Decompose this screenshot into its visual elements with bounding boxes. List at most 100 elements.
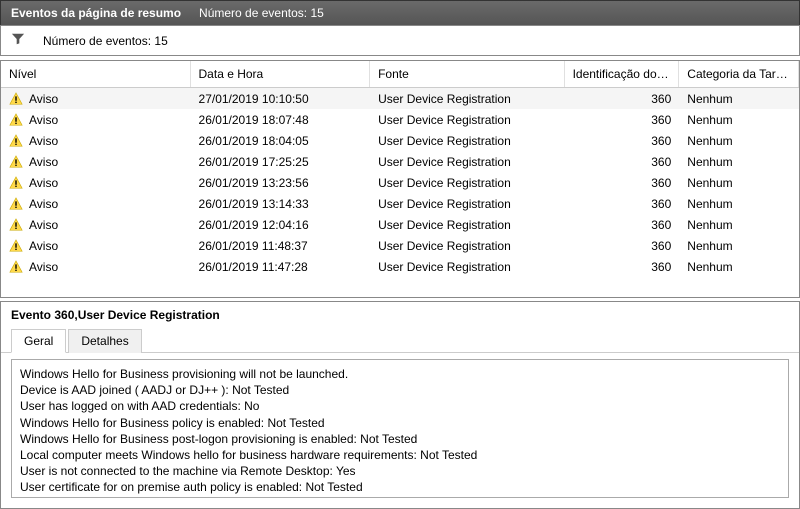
detail-tabs: Geral Detalhes: [1, 326, 799, 353]
cell-source: User Device Registration: [370, 113, 565, 127]
cell-event-id: 360: [565, 260, 680, 274]
detail-line: Windows Hello for Business policy is ena…: [20, 415, 780, 431]
cell-source: User Device Registration: [370, 260, 565, 274]
table-row[interactable]: Aviso 26/01/2019 18:04:05User Device Regi…: [1, 130, 799, 151]
warning-icon: [9, 134, 23, 148]
detail-line: Windows Hello for Business provisioning …: [20, 366, 780, 382]
cell-event-id: 360: [565, 218, 680, 232]
cell-source: User Device Registration: [370, 176, 565, 190]
cell-event-id: 360: [565, 113, 680, 127]
detail-line: Local computer meets Windows hello for b…: [20, 447, 780, 463]
grid-header: Nível Data e Hora Fonte Identificação do…: [1, 61, 799, 88]
titlebar: Eventos da página de resumo Número de ev…: [0, 0, 800, 25]
col-header-date[interactable]: Data e Hora: [191, 61, 371, 87]
warning-icon: [9, 176, 23, 190]
cell-date: 26/01/2019 11:47:28: [191, 260, 371, 274]
titlebar-count: Número de eventos: 15: [199, 6, 324, 20]
warning-icon: [9, 197, 23, 211]
col-header-source[interactable]: Fonte: [370, 61, 565, 87]
grid-body: Aviso27/01/2019 10:10:50User Device Regi…: [1, 88, 799, 277]
cell-level: Aviso: [1, 176, 191, 190]
cell-category: Nenhum: [679, 218, 799, 232]
cell-category: Nenhum: [679, 197, 799, 211]
warning-icon: [9, 155, 23, 169]
cell-source: User Device Registration: [370, 155, 565, 169]
col-header-level[interactable]: Nível: [1, 61, 191, 87]
filterbar-count: Número de eventos: 15: [43, 34, 168, 48]
col-header-category[interactable]: Categoria da Tarefa: [679, 61, 799, 87]
table-row[interactable]: Aviso 26/01/2019 11:47:28User Device Regi…: [1, 256, 799, 277]
detail-line: User is not connected to the machine via…: [20, 463, 780, 479]
cell-source: User Device Registration: [370, 239, 565, 253]
level-text: Aviso: [29, 113, 58, 127]
warning-icon: [9, 218, 23, 232]
level-text: Aviso: [29, 176, 58, 190]
table-row[interactable]: Aviso 26/01/2019 12:04:16User Device Regi…: [1, 214, 799, 235]
cell-date: 26/01/2019 18:07:48: [191, 113, 371, 127]
cell-level: Aviso: [1, 92, 191, 106]
detail-line: User certificate for on premise auth pol…: [20, 479, 780, 495]
window-title: Eventos da página de resumo: [11, 6, 181, 20]
level-text: Aviso: [29, 239, 58, 253]
table-row[interactable]: Aviso 26/01/2019 17:25:25User Device Regi…: [1, 151, 799, 172]
detail-line: User has logged on with AAD credentials:…: [20, 398, 780, 414]
cell-date: 26/01/2019 18:04:05: [191, 134, 371, 148]
tab-general[interactable]: Geral: [11, 329, 66, 353]
table-row[interactable]: Aviso 26/01/2019 18:07:48User Device Regi…: [1, 109, 799, 130]
warning-icon: [9, 92, 23, 106]
detail-pane: Evento 360,User Device Registration Gera…: [0, 301, 800, 509]
cell-event-id: 360: [565, 134, 680, 148]
table-row[interactable]: Aviso 26/01/2019 11:48:37User Device Regi…: [1, 235, 799, 256]
cell-event-id: 360: [565, 239, 680, 253]
detail-body[interactable]: Windows Hello for Business provisioning …: [11, 359, 789, 498]
detail-line: Windows Hello for Business post-logon pr…: [20, 431, 780, 447]
event-viewer-window: Eventos da página de resumo Número de ev…: [0, 0, 800, 509]
cell-date: 26/01/2019 13:14:33: [191, 197, 371, 211]
filter-icon[interactable]: [11, 32, 25, 49]
cell-level: Aviso: [1, 260, 191, 274]
col-header-event-id[interactable]: Identificação do Eve...: [565, 61, 680, 87]
cell-category: Nenhum: [679, 239, 799, 253]
level-text: Aviso: [29, 134, 58, 148]
cell-event-id: 360: [565, 176, 680, 190]
table-row[interactable]: Aviso 26/01/2019 13:23:56User Device Regi…: [1, 172, 799, 193]
cell-date: 26/01/2019 13:23:56: [191, 176, 371, 190]
cell-source: User Device Registration: [370, 92, 565, 106]
cell-level: Aviso: [1, 239, 191, 253]
cell-category: Nenhum: [679, 176, 799, 190]
cell-event-id: 360: [565, 155, 680, 169]
table-row[interactable]: Aviso 27/01/2019 10:10:50User Device Regi…: [1, 88, 799, 109]
filter-bar: Número de eventos: 15: [0, 25, 800, 56]
event-grid[interactable]: Nível Data e Hora Fonte Identificação do…: [0, 60, 800, 298]
cell-level: Aviso: [1, 218, 191, 232]
cell-source: User Device Registration: [370, 197, 565, 211]
cell-level: Aviso: [1, 113, 191, 127]
cell-category: Nenhum: [679, 155, 799, 169]
cell-source: User Device Registration: [370, 134, 565, 148]
detail-line: Machine is governed by none policy.: [20, 496, 780, 499]
cell-level: Aviso: [1, 197, 191, 211]
table-row[interactable]: Aviso 26/01/2019 13:14:33User Device Regi…: [1, 193, 799, 214]
cell-event-id: 360: [565, 197, 680, 211]
level-text: Aviso: [29, 218, 58, 232]
cell-level: Aviso: [1, 155, 191, 169]
level-text: Aviso: [29, 260, 58, 274]
warning-icon: [9, 239, 23, 253]
level-text: Aviso: [29, 197, 58, 211]
cell-date: 26/01/2019 12:04:16: [191, 218, 371, 232]
cell-date: 26/01/2019 17:25:25: [191, 155, 371, 169]
cell-level: Aviso: [1, 134, 191, 148]
cell-category: Nenhum: [679, 92, 799, 106]
cell-source: User Device Registration: [370, 218, 565, 232]
cell-category: Nenhum: [679, 260, 799, 274]
warning-icon: [9, 260, 23, 274]
cell-date: 26/01/2019 11:48:37: [191, 239, 371, 253]
level-text: Aviso: [29, 92, 58, 106]
cell-date: 27/01/2019 10:10:50: [191, 92, 371, 106]
detail-header: Evento 360,User Device Registration: [1, 302, 799, 326]
tab-details[interactable]: Detalhes: [68, 329, 141, 353]
cell-event-id: 360: [565, 92, 680, 106]
level-text: Aviso: [29, 155, 58, 169]
cell-category: Nenhum: [679, 113, 799, 127]
warning-icon: [9, 113, 23, 127]
